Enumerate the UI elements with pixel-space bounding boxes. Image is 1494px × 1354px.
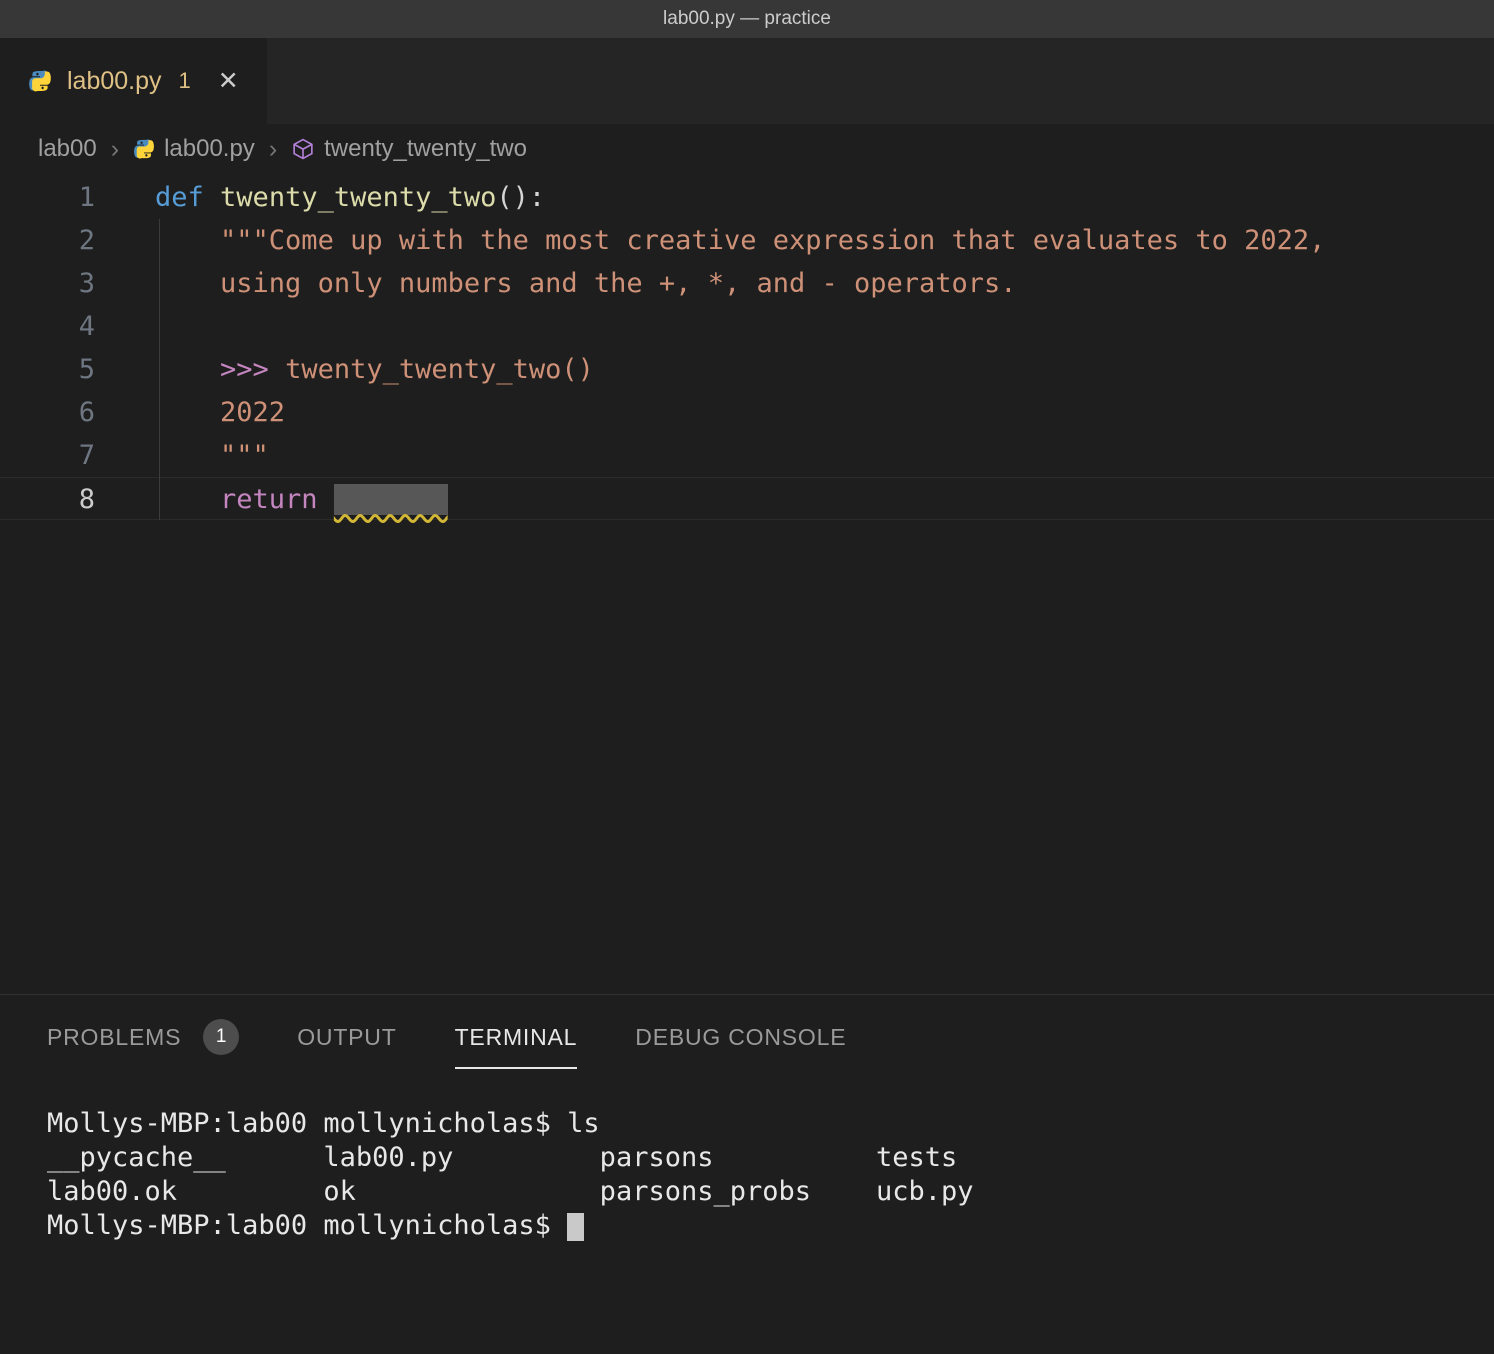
panel-tab-bar: PROBLEMS 1 OUTPUT TERMINAL DEBUG CONSOLE [0, 995, 1494, 1079]
line-number: 5 [0, 348, 95, 391]
code-text: 2022 [95, 391, 285, 434]
indent-guide [159, 219, 160, 520]
line-number: 6 [0, 391, 95, 434]
code-token [155, 268, 220, 299]
python-icon [28, 69, 52, 93]
code-text: """ [95, 434, 269, 477]
chevron-right-icon: › [269, 135, 277, 164]
code-token [204, 182, 220, 213]
chevron-right-icon: › [111, 135, 119, 164]
code-text: """Come up with the most creative expres… [95, 219, 1325, 262]
panel-tab-label: PROBLEMS [47, 1024, 181, 1069]
tab-bar: lab00.py 1 ✕ [0, 38, 1494, 124]
code-token: twenty_twenty_two [220, 182, 496, 213]
code-text: using only numbers and the +, *, and - o… [95, 262, 1017, 305]
code-token: >>> [220, 354, 269, 385]
tab-problem-count: 1 [179, 68, 191, 94]
line-number: 8 [0, 478, 95, 519]
code-line[interactable]: 4 [0, 305, 1494, 348]
code-line[interactable]: 3 using only numbers and the +, *, and -… [0, 262, 1494, 305]
code-token: return [220, 484, 318, 515]
line-number: 4 [0, 305, 95, 348]
bottom-panel: PROBLEMS 1 OUTPUT TERMINAL DEBUG CONSOLE… [0, 994, 1494, 1354]
python-icon [133, 138, 155, 160]
breadcrumb-item-lab00[interactable]: lab00 [38, 135, 97, 163]
code-line[interactable]: 6 2022 [0, 391, 1494, 434]
breadcrumb-label: twenty_twenty_two [324, 135, 527, 163]
code-token [318, 484, 334, 515]
code-token [155, 354, 220, 385]
code-token [155, 440, 220, 471]
tab-label: lab00.py [67, 67, 162, 96]
symbol-namespace-icon [291, 137, 315, 161]
terminal-cursor [567, 1213, 584, 1241]
terminal-line: Mollys-MBP:lab00 mollynicholas$ [47, 1209, 1494, 1243]
code-token: """ [220, 440, 269, 471]
breadcrumb-label: lab00.py [164, 135, 255, 163]
window-title: lab00.py — practice [663, 8, 831, 30]
code-line[interactable]: 8 return [0, 477, 1494, 520]
breadcrumb: lab00 › lab00.py › twenty_twenty_two [0, 124, 1494, 174]
terminal-line: lab00.ok ok parsons_probs ucb.py [47, 1175, 1494, 1209]
code-token: (): [496, 182, 545, 213]
code-text: >>> twenty_twenty_two() [95, 348, 594, 391]
editor-lines: 1def twenty_twenty_two():2 """Come up wi… [0, 176, 1494, 520]
code-line[interactable]: 5 >>> twenty_twenty_two() [0, 348, 1494, 391]
code-text: def twenty_twenty_two(): [95, 176, 545, 219]
line-number: 3 [0, 262, 95, 305]
panel-tab-terminal[interactable]: TERMINAL [455, 1024, 578, 1051]
line-number: 7 [0, 434, 95, 477]
problems-count-badge: 1 [203, 1019, 239, 1055]
breadcrumb-label: lab00 [38, 135, 97, 163]
line-number: 2 [0, 219, 95, 262]
breadcrumb-item-symbol[interactable]: twenty_twenty_two [291, 135, 527, 163]
code-text: return [95, 478, 448, 519]
code-token [155, 484, 220, 515]
panel-tab-output[interactable]: OUTPUT [297, 1024, 396, 1051]
close-icon[interactable]: ✕ [218, 66, 239, 96]
code-token: """Come up with the most creative expres… [220, 225, 1325, 256]
code-token: def [155, 182, 204, 213]
code-editor[interactable]: 1def twenty_twenty_two():2 """Come up wi… [0, 174, 1494, 994]
line-number: 1 [0, 176, 95, 219]
panel-tab-label: OUTPUT [297, 1024, 396, 1069]
title-bar: lab00.py — practice [0, 0, 1494, 38]
code-token [155, 225, 220, 256]
panel-tab-label: DEBUG CONSOLE [635, 1024, 846, 1069]
code-token [155, 397, 220, 428]
code-line[interactable]: 2 """Come up with the most creative expr… [0, 219, 1494, 262]
code-token: using only numbers and the +, *, and - o… [220, 268, 1017, 299]
breadcrumb-item-lab00py[interactable]: lab00.py [133, 135, 255, 163]
code-line[interactable]: 1def twenty_twenty_two(): [0, 176, 1494, 219]
code-token: twenty_twenty_two() [269, 354, 594, 385]
panel-tab-debug-console[interactable]: DEBUG CONSOLE [635, 1024, 846, 1051]
terminal-line: __pycache__ lab00.py parsons tests [47, 1141, 1494, 1175]
terminal[interactable]: Mollys-MBP:lab00 mollynicholas$ ls__pyca… [0, 1079, 1494, 1243]
code-text [95, 305, 155, 348]
selection-warning [334, 484, 448, 515]
vscode-window: lab00.py — practice lab00.py 1 ✕ lab00 › [0, 0, 1494, 1354]
terminal-line: Mollys-MBP:lab00 mollynicholas$ ls [47, 1107, 1494, 1141]
panel-tab-problems[interactable]: PROBLEMS 1 [47, 1019, 239, 1055]
code-line[interactable]: 7 """ [0, 434, 1494, 477]
panel-tab-label: TERMINAL [455, 1024, 578, 1069]
tab-lab00py[interactable]: lab00.py 1 ✕ [0, 38, 267, 124]
code-token: 2022 [220, 397, 285, 428]
